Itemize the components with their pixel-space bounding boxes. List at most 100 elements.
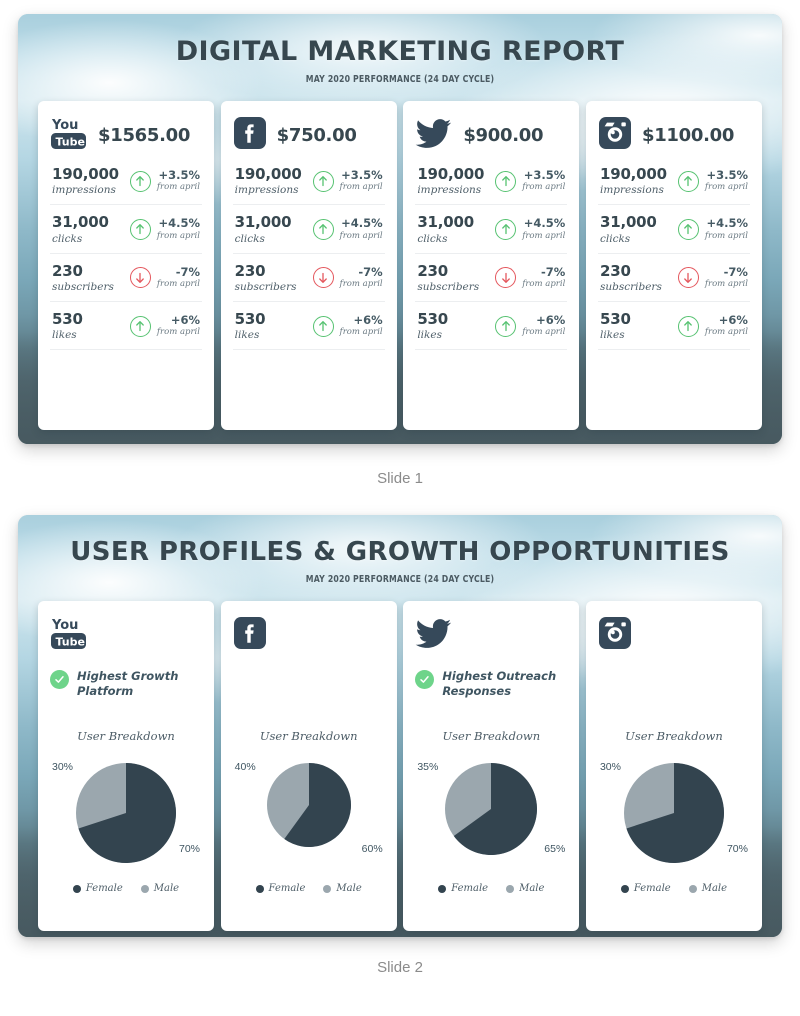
slide-2-header: USER PROFILES & GROWTH OPPORTUNITIES MAY…: [18, 515, 782, 585]
metric-label: likes: [234, 329, 260, 342]
metric-label: subscribers: [417, 280, 480, 293]
arrow-down-circle-icon: [677, 267, 699, 289]
metric-delta: +3.5% from april: [340, 168, 383, 193]
platform-metrics-card-youtube[interactable]: You Tube $1565.00 190,000 impressions +3…: [38, 101, 214, 430]
chart-title: User Breakdown: [442, 729, 541, 743]
metric-value: 31,000: [52, 213, 109, 232]
metric-delta: +6% from april: [339, 313, 383, 338]
user-breakdown-pie-chart: 40% 60%: [233, 755, 385, 867]
arrow-up-circle-icon: [312, 315, 334, 337]
legend-swatch-male: [688, 884, 697, 893]
metric-delta: +6% from april: [157, 313, 200, 338]
slide-2[interactable]: USER PROFILES & GROWTH OPPORTUNITIES MAY…: [18, 515, 782, 937]
metric-row: 31,000 clicks +4.5% from april: [597, 205, 750, 254]
slide-1-header: DIGITAL MARKETING REPORT MAY 2020 PERFOR…: [18, 14, 782, 85]
metric-value: 530: [599, 309, 631, 328]
highlight-badge: Highest Outreach Responses: [415, 669, 567, 703]
metric-right: +3.5% from april: [129, 168, 200, 193]
metric-comparison: from april: [704, 230, 748, 241]
metric-percent: +4.5%: [706, 216, 748, 231]
spend-amount: $900.00: [463, 124, 544, 146]
youtube-icon: You Tube: [50, 615, 88, 656]
platform-profile-card-instagram[interactable]: User Breakdown 30% 70% Female Male: [585, 601, 762, 931]
user-breakdown-pie-chart: 35% 65%: [415, 755, 567, 867]
legend-label-female: Female: [633, 883, 671, 894]
spend-amount: $1100.00: [641, 124, 735, 146]
arrow-up-circle-icon: [495, 170, 517, 192]
metric-value: 230: [417, 261, 449, 280]
page-subtitle: MAY 2020 PERFORMANCE (24 DAY CYCLE): [305, 74, 495, 85]
legend-item-female: Female: [72, 883, 123, 894]
metric-delta: +3.5% from april: [522, 168, 566, 193]
arrow-up-circle-icon: [677, 170, 699, 192]
metric-delta: -7% from april: [340, 265, 383, 290]
platform-profile-card-twitter[interactable]: Highest Outreach Responses User Breakdow…: [403, 601, 580, 931]
metric-left: 31,000 clicks: [417, 214, 474, 245]
metric-percent: -7%: [175, 264, 200, 279]
metric-right: +6% from april: [312, 313, 383, 338]
metric-left: 190,000 impressions: [599, 165, 667, 197]
chart-title: User Breakdown: [77, 729, 175, 743]
page-title: USER PROFILES & GROWTH OPPORTUNITIES: [70, 537, 730, 567]
instagram-icon: [598, 116, 632, 155]
highlight-badge-label: Highest Growth Platform: [77, 669, 179, 698]
platform-metrics-card-twitter[interactable]: $900.00 190,000 impressions +3.5% from a…: [403, 101, 580, 430]
pie-graphic: [623, 763, 724, 868]
metric-value: 190,000: [52, 165, 119, 183]
platform-profile-card-facebook[interactable]: User Breakdown 40% 60% Female Male: [220, 601, 397, 931]
card-header: [415, 613, 567, 657]
metric-percent: +4.5%: [158, 216, 200, 231]
card-header: [598, 613, 750, 657]
metric-label: impressions: [417, 184, 482, 197]
arrow-up-circle-icon: [129, 315, 151, 337]
metric-comparison: from april: [522, 327, 566, 338]
metric-label: likes: [599, 329, 625, 342]
metric-label: impressions: [234, 184, 299, 197]
platform-metrics-card-instagram[interactable]: $1100.00 190,000 impressions +3.5% from …: [585, 101, 762, 430]
metric-row: 530 likes +6% from april: [232, 302, 385, 351]
svg-text:Tube: Tube: [56, 635, 85, 648]
metric-delta: +3.5% from april: [705, 168, 748, 193]
chart-legend: Female Male: [598, 883, 750, 894]
chart-legend: Female Male: [50, 883, 202, 894]
metric-comparison: from april: [339, 327, 383, 338]
legend-swatch-female: [620, 884, 629, 893]
legend-item-male: Male: [506, 883, 544, 894]
metric-left: 530 likes: [599, 309, 631, 342]
metric-label: likes: [52, 329, 77, 342]
report-page: DIGITAL MARKETING REPORT MAY 2020 PERFOR…: [0, 0, 800, 986]
metric-percent: +6%: [718, 313, 748, 328]
metric-comparison: from april: [522, 182, 566, 193]
platform-profile-card-youtube[interactable]: You Tube Highest Growth Platform User Br…: [38, 601, 214, 931]
metric-left: 190,000 impressions: [234, 165, 302, 197]
metric-delta: +6% from april: [522, 313, 566, 338]
chart-title: User Breakdown: [259, 729, 358, 743]
card-header: You Tube: [50, 613, 202, 657]
metric-right: +4.5% from april: [312, 217, 383, 241]
pie-label-female: 60%: [361, 843, 383, 855]
metric-row: 530 likes +6% from april: [415, 302, 568, 351]
metric-comparison: from april: [522, 279, 566, 289]
arrow-up-circle-icon: [495, 315, 517, 337]
metric-label: clicks: [234, 232, 265, 245]
slide-1[interactable]: DIGITAL MARKETING REPORT MAY 2020 PERFOR…: [18, 14, 782, 444]
metric-label: subscribers: [599, 280, 662, 293]
pie-label-male: 40%: [234, 761, 256, 773]
metric-label: impressions: [599, 184, 664, 197]
legend-item-male: Male: [140, 883, 179, 894]
legend-swatch-male: [323, 884, 332, 893]
metric-label: subscribers: [234, 280, 297, 293]
metric-right: -7% from april: [312, 265, 383, 290]
instagram-icon: [598, 616, 632, 655]
arrow-up-circle-icon: [312, 218, 334, 240]
metric-row: 190,000 impressions +3.5% from april: [232, 157, 385, 206]
metric-right: +6% from april: [129, 313, 200, 338]
legend-swatch-female: [255, 884, 264, 893]
metric-row: 230 subscribers -7% from april: [597, 254, 750, 302]
check-icon: [415, 670, 435, 689]
metric-left: 530 likes: [52, 310, 83, 342]
metric-value: 230: [234, 261, 266, 280]
platform-metrics-card-facebook[interactable]: $750.00 190,000 impressions +3.5% from a…: [220, 101, 397, 430]
chart-legend: Female Male: [233, 883, 385, 894]
metric-right: +3.5% from april: [312, 168, 383, 193]
